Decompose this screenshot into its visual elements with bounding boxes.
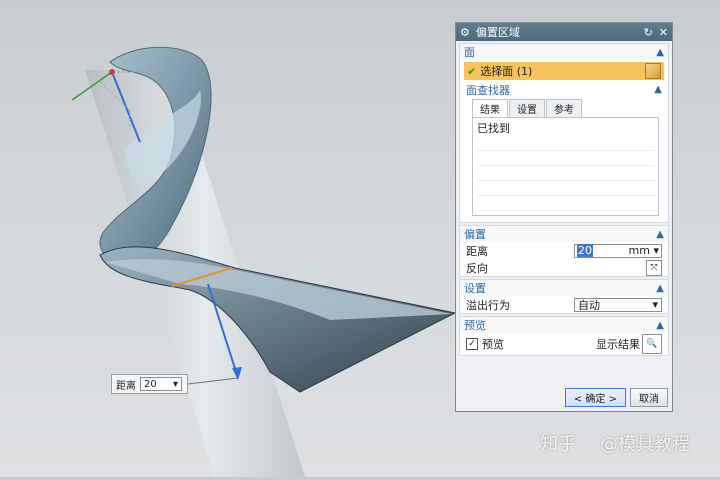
- settings-section-header[interactable]: 设置 ▲: [460, 280, 668, 296]
- overflow-value: 自动: [578, 298, 600, 312]
- found-label: 已找到: [477, 122, 510, 135]
- chevron-down-icon: ▾: [652, 298, 658, 311]
- tab-results[interactable]: 结果: [472, 99, 508, 117]
- list-item: [477, 181, 654, 196]
- distance-input[interactable]: 20 mm ▾: [574, 243, 662, 258]
- collapse-icon[interactable]: ▲: [656, 47, 664, 58]
- overflow-row: 溢出行为 自动 ▾: [460, 296, 668, 313]
- found-results-list[interactable]: 已找到: [472, 117, 659, 216]
- viewport-distance-value: 20: [144, 378, 157, 390]
- offset-region-dialog: ⚙ 偏置区域 ↻ ✕ 面 ▲ ✔ 选择面 (1) 面查找器 ▲ 结果 设置 参考…: [455, 22, 673, 412]
- distance-value: 20: [577, 244, 593, 257]
- triad-origin: [109, 69, 115, 75]
- close-icon[interactable]: ✕: [659, 26, 668, 39]
- viewport-distance-widget[interactable]: 距离 20 ▾: [111, 374, 188, 394]
- face-section-header[interactable]: 面 ▲: [460, 44, 668, 60]
- reverse-label: 反向: [466, 261, 488, 275]
- distance-row: 距离 20 mm ▾: [460, 242, 668, 259]
- preview-section: 预览 ▲ ✓ 预览 显示结果 🔍: [459, 316, 669, 356]
- chevron-down-icon: ▾: [172, 378, 178, 390]
- gear-icon[interactable]: ⚙: [460, 26, 470, 39]
- preview-label: 预览: [482, 338, 504, 351]
- distance-unit[interactable]: mm ▾: [629, 244, 659, 257]
- settings-section-title: 设置: [464, 282, 486, 295]
- face-finder-tabs: 结果 设置 参考: [472, 99, 659, 117]
- list-item: [477, 166, 654, 181]
- collapse-icon[interactable]: ▲: [656, 320, 664, 331]
- watermark-left: 知乎: [540, 434, 576, 455]
- list-item: [477, 196, 654, 211]
- show-result-label: 显示结果: [596, 338, 640, 351]
- preview-row: ✓ 预览 显示结果 🔍: [460, 333, 668, 355]
- select-face-row[interactable]: ✔ 选择面 (1): [464, 62, 664, 80]
- settings-section: 设置 ▲ 溢出行为 自动 ▾: [459, 279, 669, 314]
- collapse-icon[interactable]: ▲: [656, 283, 664, 294]
- tab-settings[interactable]: 设置: [509, 99, 545, 117]
- collapse-icon[interactable]: ▲: [654, 84, 662, 95]
- face-section-title: 面: [464, 46, 475, 59]
- tab-reference[interactable]: 参考: [546, 99, 582, 117]
- unit-label: mm: [628, 244, 650, 257]
- reverse-row: 反向 ⤧: [460, 259, 668, 276]
- select-face-label: 选择面 (1): [480, 65, 533, 78]
- viewport-distance-input[interactable]: 20 ▾: [140, 377, 182, 391]
- checkmark-icon: ✔: [467, 64, 477, 78]
- watermark: 知乎 @模具教程: [540, 430, 690, 456]
- offset-section-title: 偏置: [464, 228, 486, 241]
- preview-checkbox[interactable]: ✓: [466, 338, 478, 350]
- dialog-title: 偏置区域: [475, 26, 520, 39]
- face-section: 面 ▲ ✔ 选择面 (1) 面查找器 ▲ 结果 设置 参考 已找到: [459, 43, 669, 223]
- offset-section: 偏置 ▲ 距离 20 mm ▾ 反向 ⤧: [459, 225, 669, 277]
- reset-icon[interactable]: ↻: [644, 26, 653, 39]
- viewport-distance-label: 距离: [116, 380, 136, 392]
- reverse-direction-icon[interactable]: ⤧: [646, 259, 662, 276]
- list-item: [477, 136, 654, 151]
- dialog-title-bar: ⚙ 偏置区域 ↻ ✕: [456, 23, 672, 41]
- ok-button[interactable]: < 确定 >: [564, 388, 626, 407]
- overflow-select[interactable]: 自动 ▾: [574, 297, 662, 312]
- magnifier-icon[interactable]: 🔍: [642, 334, 662, 354]
- overflow-label: 溢出行为: [466, 298, 510, 312]
- cancel-button[interactable]: 取消: [630, 388, 668, 407]
- face-selection-icon[interactable]: [645, 63, 661, 79]
- face-finder-header[interactable]: 面查找器 ▲: [460, 82, 668, 97]
- collapse-icon[interactable]: ▲: [656, 229, 664, 240]
- dialog-buttons: < 确定 > 取消: [564, 388, 668, 407]
- preview-section-header[interactable]: 预览 ▲: [460, 317, 668, 333]
- distance-label: 距离: [466, 244, 488, 258]
- preview-section-title: 预览: [464, 319, 486, 332]
- watermark-right: @模具教程: [600, 434, 690, 455]
- list-item: [477, 151, 654, 166]
- face-finder-title: 面查找器: [466, 83, 510, 97]
- offset-section-header[interactable]: 偏置 ▲: [460, 226, 668, 242]
